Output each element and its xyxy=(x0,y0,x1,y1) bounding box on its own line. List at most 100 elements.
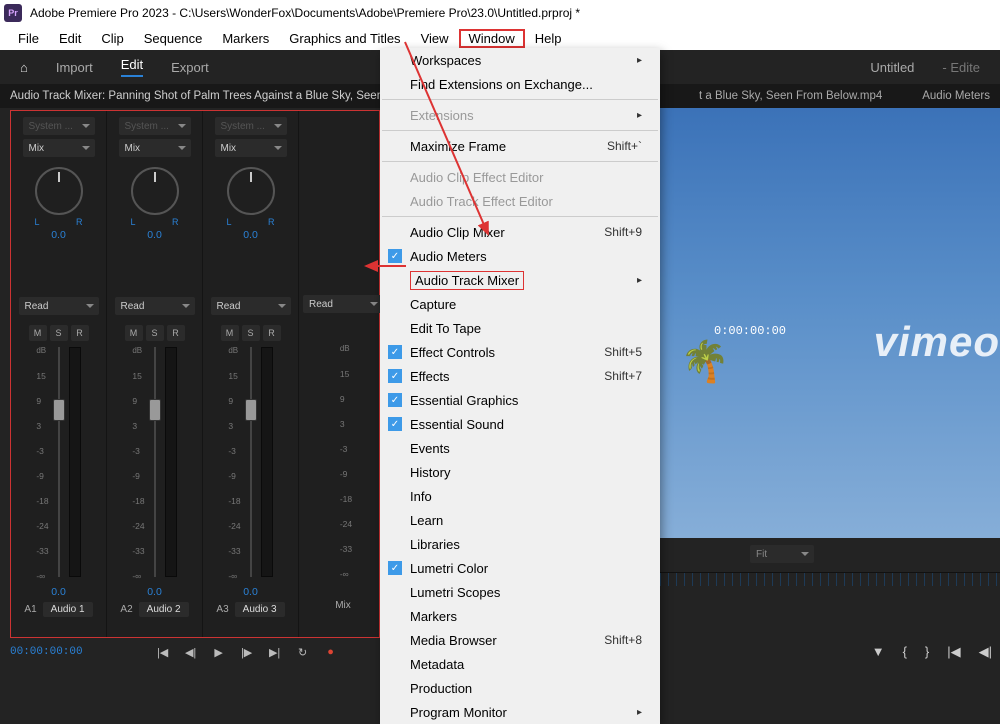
palm-tree-graphic: 🌴 xyxy=(680,338,740,418)
step-fwd-icon[interactable]: |▶ xyxy=(239,646,255,659)
menu-markers[interactable]: Markers xyxy=(380,604,660,628)
output-dropdown[interactable]: Mix xyxy=(215,139,287,157)
menu-markers[interactable]: Markers xyxy=(212,29,279,48)
menu-workspaces[interactable]: Workspaces▸ xyxy=(380,48,660,72)
menu-capture[interactable]: Capture xyxy=(380,292,660,316)
mixer-transport: 00:00:00:00 |◀ ◀| ▶ |▶ ▶| ↻ ● xyxy=(10,640,339,664)
menu-file[interactable]: File xyxy=(8,29,49,48)
menu-edit-to-tape[interactable]: Edit To Tape xyxy=(380,316,660,340)
pan-knob[interactable] xyxy=(227,167,275,215)
program-monitor[interactable]: 🌴 0:00:00:00 vimeo xyxy=(660,108,1000,538)
window-title: Adobe Premiere Pro 2023 - C:\Users\Wonde… xyxy=(30,6,580,20)
pan-knob[interactable] xyxy=(131,167,179,215)
menu-view[interactable]: View xyxy=(411,29,459,48)
level-meter xyxy=(69,347,81,577)
menu-program-monitor[interactable]: Program Monitor▸ xyxy=(380,700,660,724)
mixer-channel-mix: Read dB1593-3-9-18-24-33-∞ . Mix xyxy=(299,111,388,637)
mute-button[interactable]: M xyxy=(29,325,47,341)
menu-effect-controls[interactable]: Effect ControlsShift+5 xyxy=(380,340,660,364)
home-icon[interactable]: ⌂ xyxy=(20,60,28,75)
menu-production[interactable]: Production xyxy=(380,676,660,700)
pan-l-label: L xyxy=(35,217,40,227)
go-start-icon[interactable]: |◀ xyxy=(947,644,960,660)
menu-lumetri-color[interactable]: Lumetri Color xyxy=(380,556,660,580)
menu-history[interactable]: History xyxy=(380,460,660,484)
menu-audio-clip-mixer[interactable]: Audio Clip MixerShift+9 xyxy=(380,220,660,244)
timecode[interactable]: 00:00:00:00 xyxy=(10,646,83,658)
mixer-panel-title[interactable]: Audio Track Mixer: Panning Shot of Palm … xyxy=(10,90,393,102)
automation-mode[interactable]: Read xyxy=(303,295,383,313)
track-num: A1 xyxy=(24,604,36,615)
volume-fader[interactable] xyxy=(51,347,67,577)
program-ruler[interactable] xyxy=(660,572,1000,586)
program-transport: ▼ { } |◀ ◀| xyxy=(872,644,992,660)
pan-r-label: R xyxy=(76,217,83,227)
automation-mode[interactable]: Read xyxy=(115,297,195,315)
menu-extensions: Extensions▸ xyxy=(380,103,660,127)
loop-icon[interactable]: ↻ xyxy=(295,646,311,659)
volume-fader[interactable] xyxy=(243,347,259,577)
menu-bar: File Edit Clip Sequence Markers Graphics… xyxy=(0,26,1000,50)
title-bar: Pr Adobe Premiere Pro 2023 - C:\Users\Wo… xyxy=(0,0,1000,26)
menu-info[interactable]: Info xyxy=(380,484,660,508)
go-to-out-icon[interactable]: ▶| xyxy=(267,646,283,659)
preview-timecode: 0:00:00:00 xyxy=(714,324,786,338)
volume-value[interactable]: 0.0 xyxy=(51,586,66,598)
menu-libraries[interactable]: Libraries xyxy=(380,532,660,556)
tab-export[interactable]: Export xyxy=(171,60,209,75)
add-marker-icon[interactable]: ▼ xyxy=(872,644,885,660)
menu-audio-meters[interactable]: Audio Meters xyxy=(380,244,660,268)
input-dropdown[interactable]: System ... xyxy=(215,117,287,135)
menu-window[interactable]: Window xyxy=(459,29,525,48)
record-button[interactable]: R xyxy=(71,325,89,341)
menu-essential-sound[interactable]: Essential Sound xyxy=(380,412,660,436)
output-dropdown[interactable]: Mix xyxy=(119,139,191,157)
step-back-icon[interactable]: ◀| xyxy=(979,644,992,660)
go-to-in-icon[interactable]: |◀ xyxy=(155,646,171,659)
menu-edit[interactable]: Edit xyxy=(49,29,91,48)
menu-sequence[interactable]: Sequence xyxy=(134,29,213,48)
menu-clip[interactable]: Clip xyxy=(91,29,133,48)
automation-mode[interactable]: Read xyxy=(19,297,99,315)
fader-scale: dB1593-3-9-18-24-33-∞ xyxy=(36,347,48,580)
mark-in-icon[interactable]: { xyxy=(903,644,907,660)
play-icon[interactable]: ▶ xyxy=(211,646,227,659)
menu-events[interactable]: Events xyxy=(380,436,660,460)
pan-value[interactable]: 0.0 xyxy=(35,229,83,241)
output-dropdown[interactable]: Mix xyxy=(23,139,95,157)
menu-effects[interactable]: EffectsShift+7 xyxy=(380,364,660,388)
volume-fader[interactable] xyxy=(147,347,163,577)
menu-help[interactable]: Help xyxy=(525,29,572,48)
app-logo-icon: Pr xyxy=(4,4,22,22)
automation-mode[interactable]: Read xyxy=(211,297,291,315)
record-icon[interactable]: ● xyxy=(323,646,339,658)
mark-out-icon[interactable]: } xyxy=(925,644,929,660)
input-dropdown[interactable]: System ... xyxy=(23,117,95,135)
menu-audio-clip-effect-editor: Audio Clip Effect Editor xyxy=(380,165,660,189)
solo-button[interactable]: S xyxy=(50,325,68,341)
program-controls: Fit xyxy=(660,546,1000,566)
menu-maximize-frame[interactable]: Maximize FrameShift+` xyxy=(380,134,660,158)
track-label[interactable]: Audio 1 xyxy=(43,602,93,617)
source-clip-title[interactable]: t a Blue Sky, Seen From Below.mp4 xyxy=(699,90,882,102)
document-name[interactable]: Untitled xyxy=(870,60,914,75)
menu-metadata[interactable]: Metadata xyxy=(380,652,660,676)
menu-lumetri-scopes[interactable]: Lumetri Scopes xyxy=(380,580,660,604)
doc-state: - Edite xyxy=(942,60,980,75)
menu-find-extensions[interactable]: Find Extensions on Exchange... xyxy=(380,72,660,96)
menu-audio-track-mixer[interactable]: Audio Track Mixer▸ xyxy=(380,268,660,292)
tab-import[interactable]: Import xyxy=(56,60,93,75)
input-dropdown[interactable]: System ... xyxy=(119,117,191,135)
tab-edit[interactable]: Edit xyxy=(121,57,143,77)
window-menu-dropdown: Workspaces▸ Find Extensions on Exchange.… xyxy=(380,48,660,724)
menu-learn[interactable]: Learn xyxy=(380,508,660,532)
menu-audio-track-effect-editor: Audio Track Effect Editor xyxy=(380,189,660,213)
audio-meters-title[interactable]: Audio Meters xyxy=(922,90,990,102)
step-back-icon[interactable]: ◀| xyxy=(183,646,199,659)
pan-knob[interactable] xyxy=(35,167,83,215)
mixer-channel-1: System ... Mix L R 0.0 Read M S R dB1593-… xyxy=(11,111,107,637)
menu-essential-graphics[interactable]: Essential Graphics xyxy=(380,388,660,412)
menu-media-browser[interactable]: Media BrowserShift+8 xyxy=(380,628,660,652)
menu-graphics[interactable]: Graphics and Titles xyxy=(279,29,410,48)
zoom-fit-dropdown[interactable]: Fit xyxy=(750,545,814,563)
